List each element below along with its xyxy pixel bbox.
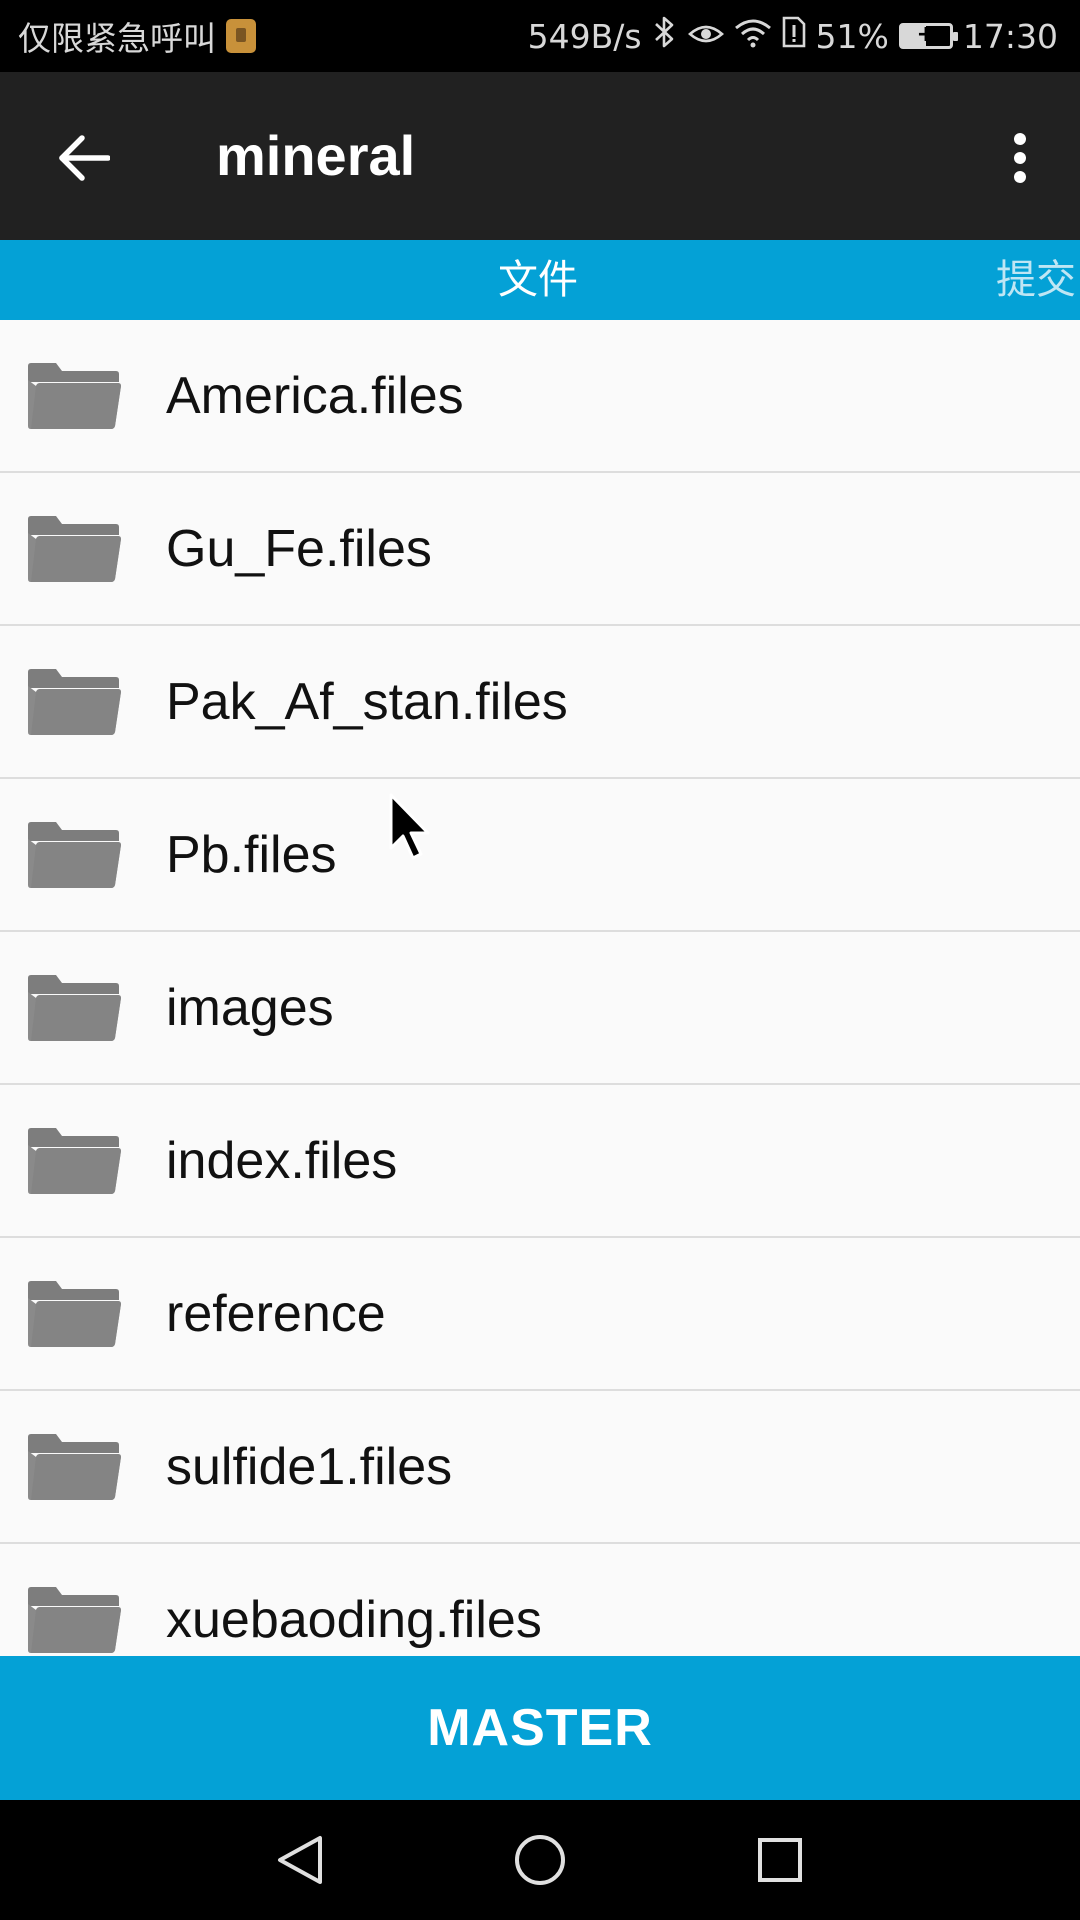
file-name: reference [166,1284,386,1343]
net-speed: 549B/s [527,16,642,56]
more-vert-icon [1014,133,1026,183]
overflow-menu-button[interactable] [980,118,1060,198]
file-name: images [166,978,334,1037]
tab-files[interactable]: 文件 [498,240,578,320]
screen: 仅限紧急呼叫 549B/s 51% + 17:30 mineral 文件 提交 … [0,0,1080,1920]
branch-button[interactable]: MASTER [0,1656,1080,1800]
file-row[interactable]: sulfide1.files [0,1391,1080,1544]
eye-icon [687,17,724,56]
nav-back-icon [278,1836,322,1884]
folder-icon [26,515,122,583]
file-name: Pb.files [166,825,337,884]
arrow-left-icon [59,135,110,181]
page-title: mineral [216,124,416,187]
file-name: Gu_Fe.files [166,519,432,578]
status-left: 仅限紧急呼叫 [18,0,256,72]
nav-home-button[interactable] [510,1830,570,1890]
nav-bar [0,1800,1080,1920]
folder-icon [26,974,122,1042]
tab-strip: 文件 提交 [0,240,1080,320]
folder-icon [26,362,122,430]
app-bar: mineral [0,72,1080,240]
clock: 17:30 [962,16,1058,56]
file-name: sulfide1.files [166,1437,453,1496]
battery-charging-icon: + [898,22,958,49]
file-row[interactable]: Gu_Fe.files [0,473,1080,626]
file-row[interactable]: index.files [0,1085,1080,1238]
folder-icon [26,1433,122,1501]
nav-back-button[interactable] [270,1830,330,1890]
nav-recents-icon [758,1838,802,1882]
file-name: America.files [166,366,464,425]
tab-commits[interactable]: 提交 [996,240,1076,320]
nav-home-icon [515,1835,565,1885]
wifi-icon [734,17,772,56]
sim-icon [226,19,256,53]
bluetooth-icon [652,15,678,57]
folder-icon [26,668,122,736]
file-list: America.files Gu_Fe.files Pak_Af_stan.file… [0,320,1080,1656]
file-row[interactable]: Pak_Af_stan.files [0,626,1080,779]
folder-icon [26,1280,122,1348]
status-bar: 仅限紧急呼叫 549B/s 51% + 17:30 [0,0,1080,72]
back-button[interactable] [44,118,124,198]
file-row[interactable]: reference [0,1238,1080,1391]
folder-icon [26,821,122,889]
folder-icon [26,1127,122,1195]
file-row[interactable]: xuebaoding.files [0,1544,1080,1656]
carrier-text: 仅限紧急呼叫 [18,19,216,58]
battery-percent: 51% [815,16,889,56]
file-name: xuebaoding.files [166,1590,542,1649]
sim-alert-icon [782,16,806,56]
file-row[interactable]: images [0,932,1080,1085]
file-name: index.files [166,1131,398,1190]
status-right: 549B/s 51% + 17:30 [528,0,1058,72]
file-row[interactable]: America.files [0,320,1080,473]
file-row[interactable]: Pb.files [0,779,1080,932]
mouse-cursor-icon [389,793,430,860]
folder-icon [26,1586,122,1654]
nav-recents-button[interactable] [750,1830,810,1890]
charging-plus-glyph: + [916,22,936,47]
file-name: Pak_Af_stan.files [166,672,568,731]
